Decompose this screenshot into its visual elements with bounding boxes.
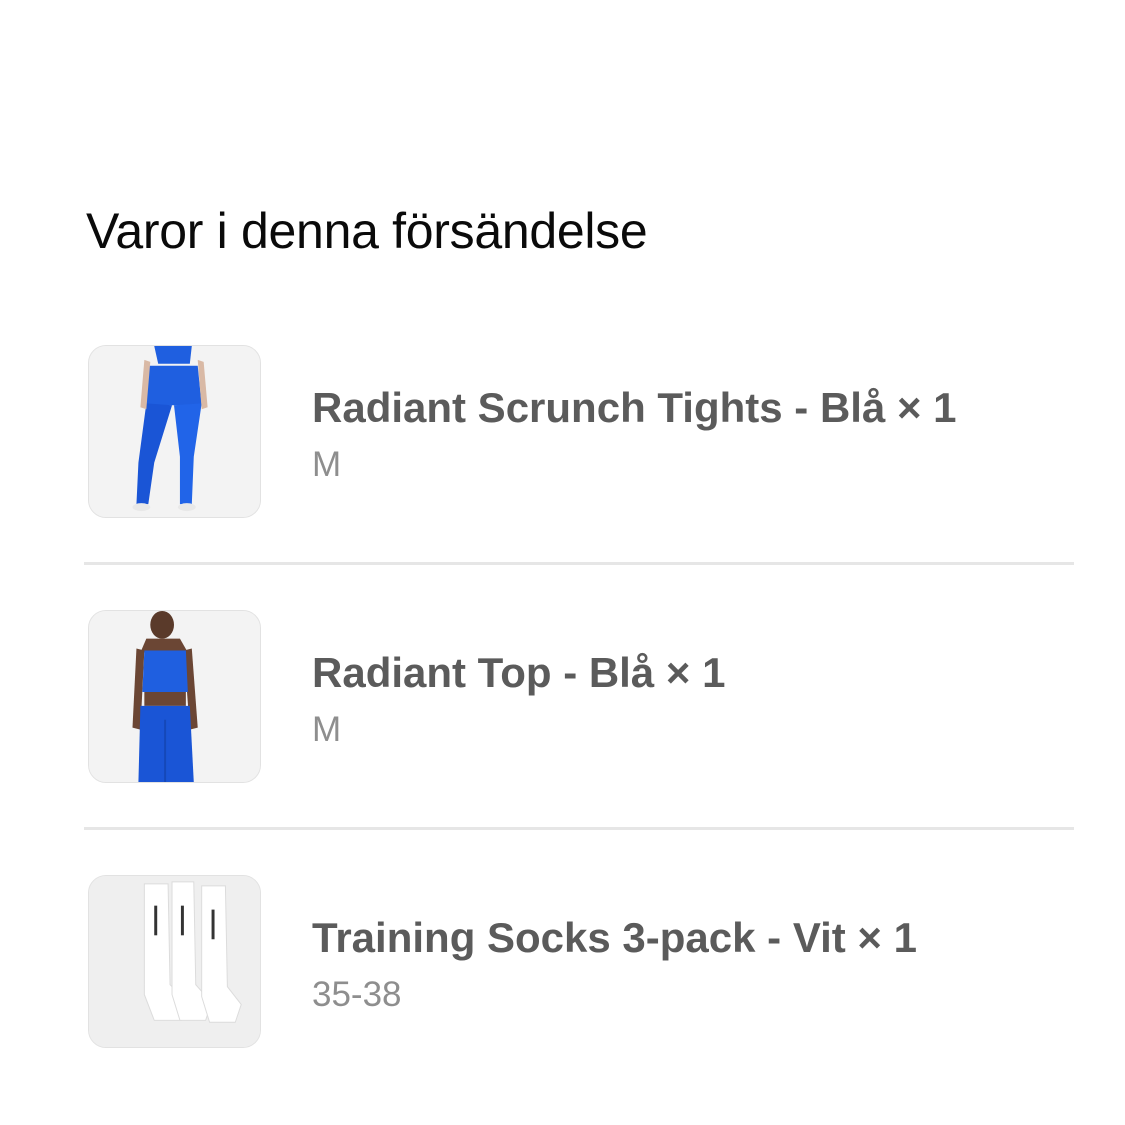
divider xyxy=(84,562,1074,565)
section-title: Varor i denna försändelse xyxy=(86,203,648,259)
product-image-top[interactable] xyxy=(88,610,261,783)
shipment-item[interactable]: Radiant Top - Blå × 1 M xyxy=(88,610,1074,785)
item-size: 35-38 xyxy=(312,975,402,1014)
item-size: M xyxy=(312,710,342,749)
shipment-item[interactable]: Training Socks 3-pack - Vit × 1 35-38 xyxy=(88,875,1074,1050)
item-name: Radiant Scrunch Tights - Blå × 1 xyxy=(312,384,957,431)
item-name: Radiant Top - Blå × 1 xyxy=(312,649,726,696)
product-image-socks[interactable] xyxy=(88,875,261,1048)
item-name: Training Socks 3-pack - Vit × 1 xyxy=(312,914,917,961)
shipment-item[interactable]: Radiant Scrunch Tights - Blå × 1 M xyxy=(88,345,1074,520)
product-image-tights[interactable] xyxy=(88,345,261,518)
item-size: M xyxy=(312,445,342,484)
divider xyxy=(84,827,1074,830)
